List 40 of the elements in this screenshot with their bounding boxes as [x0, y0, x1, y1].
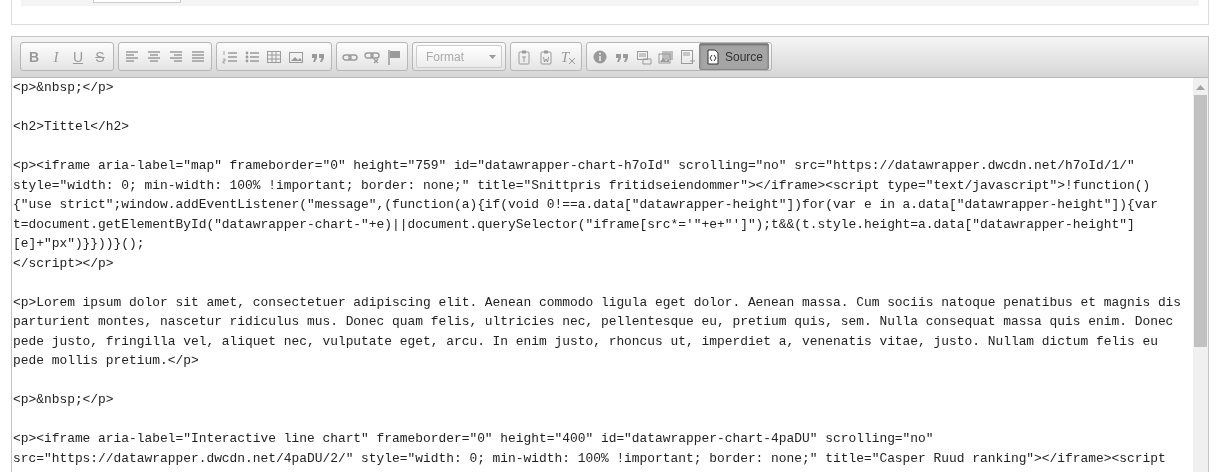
source-button[interactable]: Source	[699, 43, 770, 70]
clipboard-icon	[516, 48, 532, 65]
italic-icon: I	[53, 48, 59, 65]
align-center-icon	[146, 48, 162, 65]
code-line: pede mollis pretium.</p>	[13, 352, 200, 370]
code-line: src="https://datawrapper.dwcdn.net/4paDU/2/" style="width: 0; min-width: 100% !important; border: none;" title="Casper Ruud ranking"></iframe><script	[13, 449, 1167, 468]
code-line: <p><iframe aria-label="Interactive line chart" frameborder="0" height="400" id="datawrapper-chart-4paDU" scrolling="no"	[13, 430, 935, 448]
justify-icon	[190, 48, 206, 65]
scrollbar-thumb[interactable]	[1194, 95, 1207, 347]
align-right-icon	[168, 48, 184, 65]
images-icon	[658, 48, 674, 65]
code-line: </script></p>	[13, 254, 115, 273]
code-line: t=document.getElementById("datawrapper-chart-"+e)||document.querySelector("iframe[src*='"+e+"']");t&&(t.style.height=a.data["datawrapper-height"]	[13, 215, 1136, 234]
flag-icon	[386, 48, 402, 65]
info-icon	[592, 48, 608, 65]
scroll-up-icon[interactable]	[1196, 85, 1205, 90]
code-line: <p>Lorem ipsum dolor sit amet, consectetuer adipiscing elit. Aenean commodo ligula eget dolor. Aenean massa. Cum sociis natoque penatibus et magnis dis	[13, 293, 1183, 312]
cross-icon	[569, 58, 576, 64]
code-line: pede justo, fringilla vel, aliquet nec, vulputate eget, arcu. In enim justo, rhoncus ut, imperdiet a, venenatis vitae, justo. Nullam dictum felis eu	[13, 332, 1159, 351]
clipboard-icon	[538, 48, 554, 65]
clear-format-icon: T	[560, 48, 570, 65]
input-field[interactable]	[93, 0, 181, 3]
bold-icon: B	[28, 48, 40, 65]
code-line: style="width: 0; min-width: 100% !important; border: none;" title="Snittpris fritidseiendommer"></iframe><script type="text/javascript">!function()	[13, 176, 1152, 195]
document-icon	[705, 48, 721, 65]
underline-icon: U	[72, 48, 84, 65]
strikethrough-icon: S	[95, 48, 105, 65]
code-line: [e]+"px")}}))}();	[13, 235, 146, 253]
scrollbar[interactable]	[1193, 78, 1208, 472]
code-line: <p>&nbsp;</p>	[13, 391, 115, 409]
caret-icon	[489, 54, 496, 59]
code-line: {"use strict";window.addEventListener("message",(function(a){if(void 0!==a.data["datawrapper-height"])for(var e in a.data["datawrapper-height"]){var	[13, 196, 1159, 214]
numbered-list-icon	[222, 48, 238, 65]
add-document-icon	[680, 48, 696, 65]
align-left-icon	[124, 48, 140, 65]
code-line: <h2>Tittel</h2>	[13, 118, 131, 136]
code-line: parturient montes, nascetur ridiculus mus. Donec quam felis, ultricies nec, pellentesque eu, pretium quis, sem. Nulla consequat massa quis enim. Donec	[13, 313, 1175, 331]
code-line: <p><iframe aria-label="map" frameborder="0" height="759" id="datawrapper-chart-h7oId" scrolling="no" src="https://datawrapper.dwcdn.net/h7oId/1/"	[13, 157, 1136, 175]
code-line: <p>&nbsp;</p>	[13, 79, 115, 97]
table-icon	[266, 48, 282, 65]
